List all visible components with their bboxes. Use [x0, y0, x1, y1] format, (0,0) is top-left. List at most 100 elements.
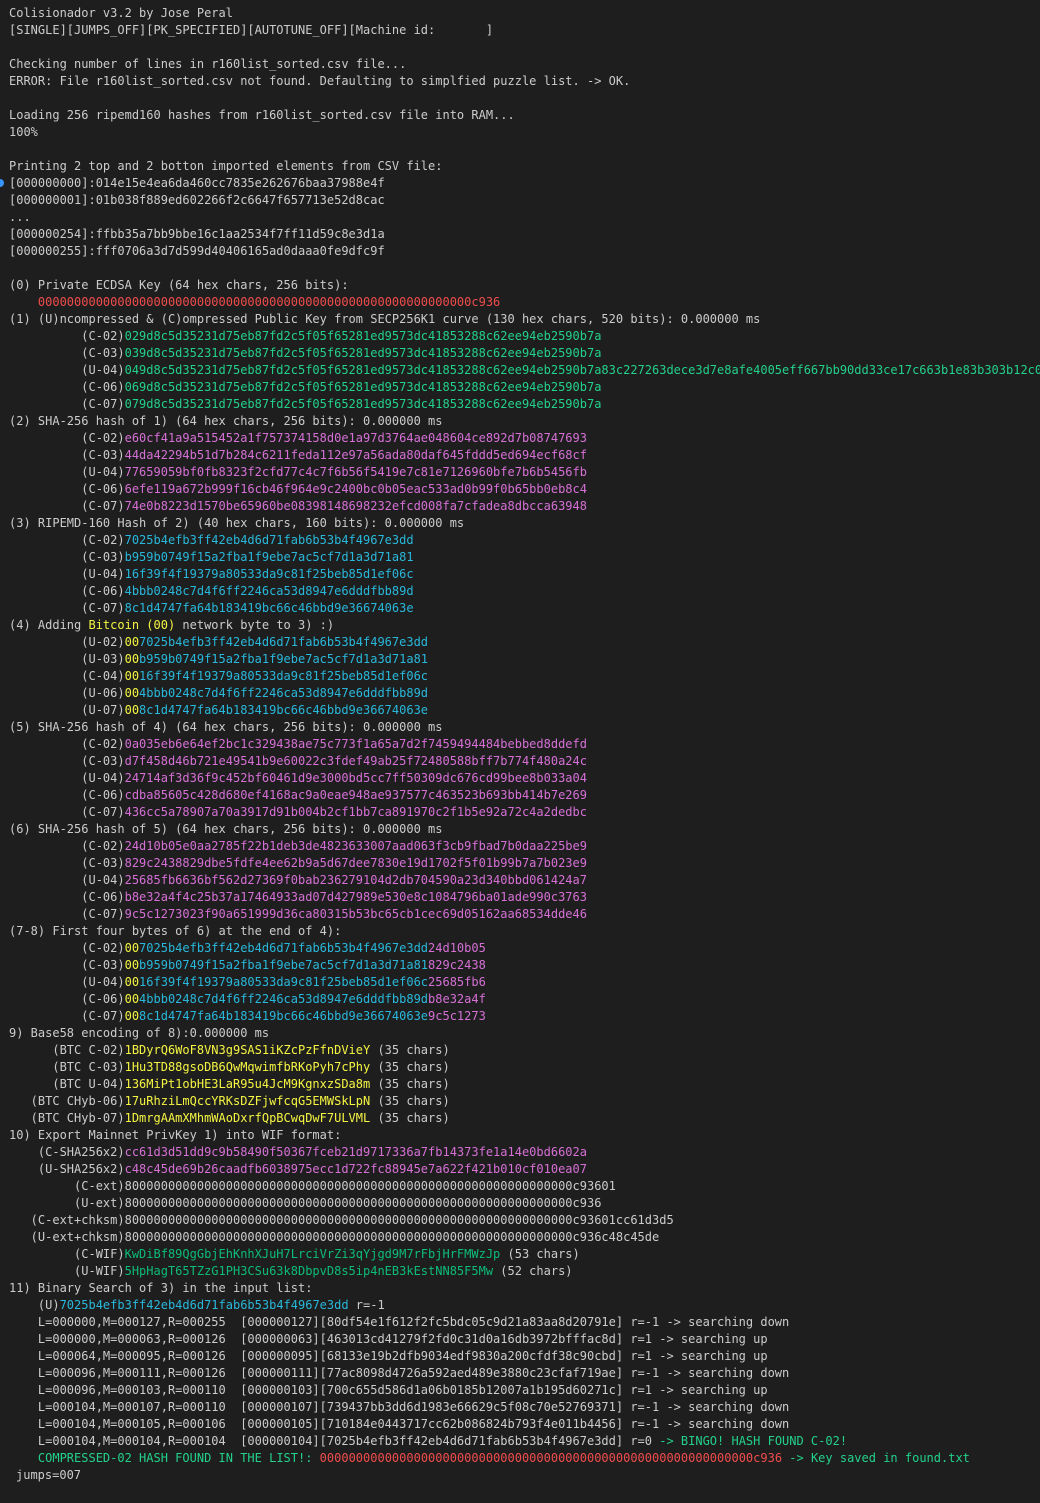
terminal-text: r=-1: [348, 1298, 385, 1312]
terminal-text: (C-03): [9, 856, 125, 870]
terminal-line: (C-04)0016f39f4f19379a80533da9c81f25beb8…: [9, 668, 1039, 685]
terminal-text: (C-06): [9, 380, 125, 394]
terminal-text: (C-02): [9, 329, 125, 343]
terminal-text: (53 chars): [500, 1247, 580, 1261]
terminal-line: ...: [9, 209, 1039, 226]
terminal-line: (U-04)25685fb6636bf562d27369f0bab2362791…: [9, 872, 1039, 889]
terminal-text: (U-ext): [9, 1196, 125, 1210]
terminal-line: (C-07)8c1d4747fa64b183419bc66c46bbd9e366…: [9, 600, 1039, 617]
terminal-line: (C-06)cdba85605c428d680ef4168ac9a0eae948…: [9, 787, 1039, 804]
terminal-line: L=000104,M=000105,R=000106 [000000105][7…: [9, 1416, 1039, 1433]
terminal-text: (2) SHA-256 hash of 1) (64 hex chars, 25…: [9, 414, 443, 428]
terminal-text: [000000000]:014e15e4ea6da460cc7835e26267…: [9, 176, 385, 190]
terminal-text: (C-04): [9, 669, 125, 683]
terminal-line: (U-07)008c1d4747fa64b183419bc66c46bbd9e3…: [9, 702, 1039, 719]
terminal-line: (U-04)049d8c5d35231d75eb87fd2c5f05f65281…: [9, 362, 1040, 379]
terminal-text: 24d10b05e0aa2785f22b1deb3de4823633007aad…: [124, 839, 587, 853]
terminal-text: (C-07): [9, 499, 125, 513]
terminal-text: b959b0749f15a2fba1f9ebe7ac5cf7d1a3d71a81: [139, 958, 429, 972]
terminal-text: [000000254]:ffbb35a7bb9bbe16c1aa2534f7ff…: [9, 227, 385, 241]
terminal-line: 11) Binary Search of 3) in the input lis…: [9, 1280, 1039, 1297]
terminal-text: L=000096,M=000103,R=000110 [000000103][7…: [9, 1383, 768, 1397]
terminal-text: (BTC CHyb-07): [9, 1111, 125, 1125]
terminal-text: (7-8) First four bytes of 6) at the end …: [9, 924, 342, 938]
terminal-text: Loading 256 ripemd160 hashes from r160li…: [9, 108, 515, 122]
terminal-text: (5) SHA-256 hash of 4) (64 hex chars, 25…: [9, 720, 443, 734]
terminal-text: 00: [124, 958, 140, 972]
terminal-text: 049d8c5d35231d75eb87fd2c5f05f65281ed9573…: [124, 363, 1040, 377]
terminal-text: Printing 2 top and 2 botton imported ele…: [9, 159, 443, 173]
terminal-line: (U-03)00b959b0749f15a2fba1f9ebe7ac5cf7d1…: [9, 651, 1039, 668]
terminal-text: 16f39f4f19379a80533da9c81f25beb85d1ef06c: [139, 975, 429, 989]
terminal-text: L=000104,M=000105,R=000106 [000000105][7…: [9, 1417, 790, 1431]
terminal-line: (C-07)436cc5a78907a70a3917d91b004b2cf1bb…: [9, 804, 1039, 821]
terminal-text: 9) Base58 encoding of 8):0.000000 ms: [9, 1026, 270, 1040]
terminal-text: -> BINGO! HASH FOUND C-02!: [659, 1434, 848, 1448]
terminal-text: (C-03): [9, 550, 125, 564]
terminal-text: 8000000000000000000000000000000000000000…: [124, 1196, 602, 1210]
terminal-text: 7025b4efb3ff42eb4d6d71fab6b53b4f4967e3dd: [59, 1298, 349, 1312]
terminal-text: (1) (U)ncompressed & (C)ompressed Public…: [9, 312, 761, 326]
terminal-text: b959b0749f15a2fba1f9ebe7ac5cf7d1a3d71a81: [139, 652, 429, 666]
terminal-line: (3) RIPEMD-160 Hash of 2) (40 hex chars,…: [9, 515, 1039, 532]
terminal-text: 1BDyrQ6WoF8VN3g9SAS1iKZcPzFfnDVieY: [124, 1043, 371, 1057]
terminal-text: 00: [124, 686, 140, 700]
terminal-text: (C-07): [9, 601, 125, 615]
terminal-text: cdba85605c428d680ef4168ac9a0eae948ae9375…: [124, 788, 587, 802]
terminal-line: (C-02)e60cf41a9a515452a1f757374158d0e1a9…: [9, 430, 1039, 447]
terminal-text: 00: [124, 975, 140, 989]
terminal-line: (BTC U-04)136MiPt1obHE3LaR95u4JcM9KgnxzS…: [9, 1076, 1039, 1093]
terminal-line: Checking number of lines in r160list_sor…: [9, 56, 1039, 73]
terminal-text: (BTC U-04): [9, 1077, 125, 1091]
terminal-text: (52 chars): [493, 1264, 573, 1278]
terminal-line: 9) Base58 encoding of 8):0.000000 ms: [9, 1025, 1039, 1042]
terminal-line: (C-06)004bbb0248c7d4f6ff2246ca53d8947e6d…: [9, 991, 1039, 1008]
terminal-text: 7025b4efb3ff42eb4d6d71fab6b53b4f4967e3dd: [124, 533, 414, 547]
terminal-line: (C-02)7025b4efb3ff42eb4d6d71fab6b53b4f49…: [9, 532, 1039, 549]
terminal-line: (5) SHA-256 hash of 4) (64 hex chars, 25…: [9, 719, 1039, 736]
terminal-line: (0) Private ECDSA Key (64 hex chars, 256…: [9, 277, 1039, 294]
terminal-text: (U-07): [9, 703, 125, 717]
terminal-text: 1Hu3TD88gsoDB6QwMqwimfbRKoPyh7cPhy: [124, 1060, 371, 1074]
terminal-text: (U-04): [9, 363, 125, 377]
terminal-text: (C-06): [9, 992, 125, 1006]
terminal-text: 4bbb0248c7d4f6ff2246ca53d8947e6dddfbb89d: [139, 686, 429, 700]
terminal-text: 10) Export Mainnet PrivKey 1) into WIF f…: [9, 1128, 342, 1142]
terminal-line: L=000104,M=000107,R=000110 [000000107][7…: [9, 1399, 1039, 1416]
terminal-text: L=000000,M=000127,R=000255 [000000127][8…: [9, 1315, 790, 1329]
terminal-line: (C-02)007025b4efb3ff42eb4d6d71fab6b53b4f…: [9, 940, 1039, 957]
terminal-line: (U-04)77659059bf0fb8323f2cfd77c4c7f6b56f…: [9, 464, 1039, 481]
terminal-line: (C-02)0a035eb6e64ef2bc1c329438ae75c773f1…: [9, 736, 1039, 753]
terminal-text: (U-03): [9, 652, 125, 666]
terminal-text: [SINGLE][JUMPS_OFF][PK_SPECIFIED][AUTOTU…: [9, 23, 494, 37]
terminal-text: L=000000,M=000063,R=000126 [000000063][4…: [9, 1332, 768, 1346]
terminal-line: L=000096,M=000103,R=000110 [000000103][7…: [9, 1382, 1039, 1399]
terminal-text: (C-06): [9, 890, 125, 904]
terminal-text: network byte to 3) :): [175, 618, 335, 632]
terminal-text: (U-SHA256x2): [9, 1162, 125, 1176]
terminal-line: (C-06)4bbb0248c7d4f6ff2246ca53d8947e6ddd…: [9, 583, 1039, 600]
terminal-line: Loading 256 ripemd160 hashes from r160li…: [9, 107, 1039, 124]
terminal-text: cc61d3d51dd9c9b58490f50367fceb21d9717336…: [124, 1145, 587, 1159]
terminal-line: (C-07)008c1d4747fa64b183419bc66c46bbd9e3…: [9, 1008, 1039, 1025]
terminal-text: 829c2438: [428, 958, 486, 972]
terminal-text: 829c2438829dbe5fdfe4ee62b9a5d67dee7830e1…: [124, 856, 587, 870]
terminal-text: [000000001]:01b038f889ed602266f2c6647f65…: [9, 193, 385, 207]
terminal-line: (U)7025b4efb3ff42eb4d6d71fab6b53b4f4967e…: [9, 1297, 1039, 1314]
terminal-text: (4) Adding: [9, 618, 89, 632]
terminal-text: (C-07): [9, 907, 125, 921]
terminal-text: (C-03): [9, 448, 125, 462]
terminal-text: (3) RIPEMD-160 Hash of 2) (40 hex chars,…: [9, 516, 465, 530]
terminal-text: (C-07): [9, 805, 125, 819]
terminal-text: (35 chars): [370, 1043, 450, 1057]
terminal-text: (U-04): [9, 975, 125, 989]
terminal-text: (C-03): [9, 958, 125, 972]
terminal-text: 00: [124, 1009, 140, 1023]
terminal-line: (C-07)74e0b8223d1570be65960be08398148698…: [9, 498, 1039, 515]
terminal-line: (C-06)b8e32a4f4c25b37a17464933ad07d42798…: [9, 889, 1039, 906]
terminal-text: 00: [124, 941, 140, 955]
terminal-text: (C-06): [9, 482, 125, 496]
